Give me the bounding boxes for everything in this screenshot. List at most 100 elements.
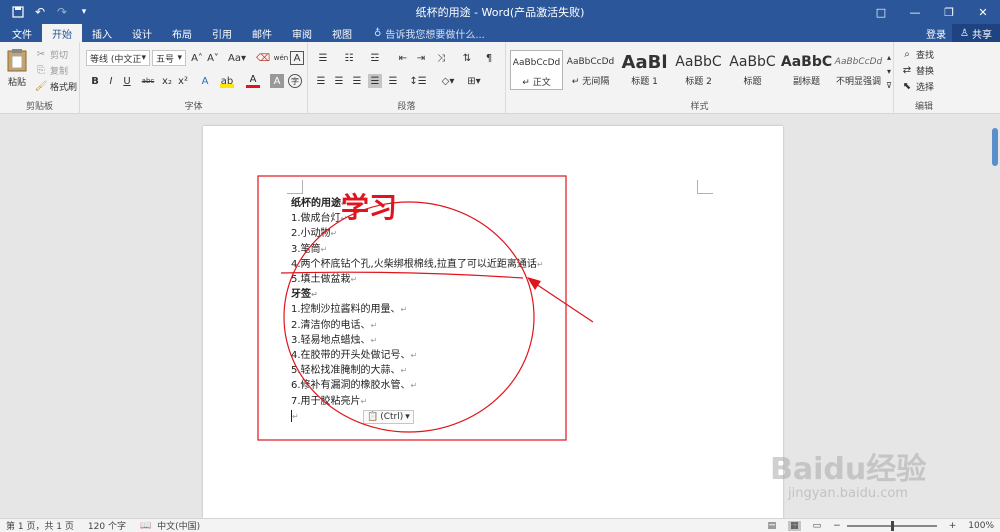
style-title[interactable]: AaBbC 标题	[726, 50, 779, 90]
subscript-button[interactable]: x₂	[160, 74, 174, 88]
font-color-icon[interactable]: A	[246, 74, 260, 88]
tab-mailings[interactable]: 邮件	[242, 24, 282, 42]
superscript-button[interactable]: x²	[176, 74, 190, 88]
distribute-icon[interactable]: ☰	[386, 74, 400, 88]
text-effects-icon[interactable]: A	[198, 74, 212, 88]
style-normal[interactable]: AaBbCcDd ↵ 正文	[510, 50, 563, 90]
tab-view[interactable]: 视图	[322, 24, 362, 42]
style-subtle-emphasis[interactable]: AaBbCcDd 不明显强调	[832, 50, 885, 90]
scrollbar-thumb[interactable]	[992, 128, 998, 166]
word-count[interactable]: 120 个字	[88, 519, 126, 532]
vertical-scrollbar[interactable]	[989, 114, 1000, 518]
highlight-icon[interactable]: ab	[220, 74, 234, 88]
paste-options-label: (Ctrl)	[380, 412, 404, 422]
tab-references[interactable]: 引用	[202, 24, 242, 42]
undo-icon[interactable]: ↶	[32, 4, 48, 20]
enclosed-char-icon[interactable]: 字	[288, 74, 302, 88]
enclose-char-icon[interactable]: A	[290, 51, 304, 65]
style-no-spacing[interactable]: AaBbCcDd ↵ 无间隔	[564, 50, 617, 90]
proofing-icon[interactable]: 📖	[140, 521, 151, 531]
borders-icon[interactable]: ⊞▾	[464, 74, 484, 88]
print-layout-icon[interactable]: ▦	[788, 521, 801, 531]
share-button[interactable]: ♙ 共享	[952, 24, 1000, 42]
tab-home[interactable]: 开始	[42, 24, 82, 42]
style-heading-2[interactable]: AaBbC 标题 2	[672, 50, 725, 90]
paste-options-button[interactable]: 📋 (Ctrl) ▾	[363, 410, 414, 424]
font-size-combo[interactable]: 五号 ▾	[152, 50, 186, 66]
select-label: 选择	[916, 82, 935, 93]
phonetic-guide-icon[interactable]: wén	[274, 51, 288, 65]
style-name: ↵ 无间隔	[571, 77, 610, 87]
zoom-in-icon[interactable]: +	[949, 521, 957, 531]
tab-review[interactable]: 审阅	[282, 24, 322, 42]
increase-indent-icon[interactable]: ⇥	[414, 51, 428, 65]
view-zoom-controls: ▤ ▦ ▭ − + 100%	[762, 519, 994, 532]
font-name-combo[interactable]: 等线 (中文正文▾	[86, 50, 150, 66]
justify-icon[interactable]: ☰	[368, 74, 382, 88]
zoom-level[interactable]: 100%	[968, 521, 994, 531]
page-count[interactable]: 第 1 页，共 1 页	[6, 519, 74, 532]
zoom-slider[interactable]	[846, 521, 937, 531]
decrease-indent-icon[interactable]: ⇤	[396, 51, 410, 65]
find-button[interactable]: ⌕ 查找	[900, 46, 934, 62]
style-subtitle[interactable]: AaBbC 副标题	[780, 50, 833, 90]
chinese-layout-icon[interactable]: ⤨	[434, 51, 448, 65]
style-name: 标题 2	[685, 77, 712, 87]
show-marks-icon[interactable]: ¶	[482, 51, 496, 65]
doc-line-text: 5.填土做盆栽	[291, 274, 351, 286]
read-mode-icon[interactable]: ▤	[768, 521, 777, 531]
login-link[interactable]: 登录	[926, 26, 946, 41]
language-indicator[interactable]: 中文(中国)	[157, 519, 200, 532]
ribbon-display-button[interactable]: □	[864, 0, 898, 24]
strikethrough-button[interactable]: abc	[138, 74, 158, 88]
line-spacing-icon[interactable]: ↕☰	[408, 74, 428, 88]
redo-icon[interactable]: ↷	[54, 4, 70, 20]
grow-font-icon[interactable]: A˄	[190, 51, 204, 65]
save-icon[interactable]	[10, 4, 26, 20]
bold-button[interactable]: B	[88, 74, 102, 88]
doc-line: 3.轻易地点蜡烛、↵	[291, 333, 544, 348]
ribbon-tabs: 文件 开始 插入 设计 布局 引用 邮件 审阅 视图 ♁ 告诉我您想要做什么..…	[0, 24, 1000, 42]
document-body[interactable]: 纸杯的用途↵ 1.做成台灯↵ 2.小动物↵ 3.笔筒↵ 4.两个杯底钻个孔,火柴…	[291, 196, 544, 424]
char-shading-icon[interactable]: A	[270, 74, 284, 88]
close-button[interactable]: ✕	[966, 0, 1000, 24]
zoom-slider-knob[interactable]	[890, 521, 894, 531]
minimize-button[interactable]: —	[898, 0, 932, 24]
paste-button[interactable]: 粘贴	[4, 48, 30, 88]
web-layout-icon[interactable]: ▭	[813, 521, 822, 531]
zoom-out-icon[interactable]: −	[833, 521, 841, 531]
restore-button[interactable]: ❐	[932, 0, 966, 24]
numbering-icon[interactable]: ☷	[340, 51, 358, 65]
document-page[interactable]: 纸杯的用途↵ 1.做成台灯↵ 2.小动物↵ 3.笔筒↵ 4.两个杯底钻个孔,火柴…	[203, 126, 783, 518]
chevron-down-icon: ▾	[405, 412, 410, 422]
tell-me-box[interactable]: ♁ 告诉我您想要做什么...	[374, 24, 485, 42]
select-button[interactable]: ⬉ 选择	[900, 78, 934, 94]
style-heading-1[interactable]: AaBl 标题 1	[618, 50, 671, 90]
tab-file[interactable]: 文件	[2, 24, 42, 42]
multilevel-list-icon[interactable]: ☲	[366, 51, 384, 65]
style-name: 不明显强调	[835, 77, 881, 87]
align-center-icon[interactable]: ☰	[332, 74, 346, 88]
editing-group-label: 编辑	[914, 102, 933, 112]
replace-button[interactable]: ⇄ 替换	[900, 62, 934, 78]
customize-icon[interactable]: ▾	[76, 4, 92, 20]
crop-mark-top-right	[697, 180, 713, 194]
format-painter-button[interactable]: 🖌 格式刷	[34, 78, 77, 94]
cut-button[interactable]: ✂ 剪切	[34, 46, 68, 62]
tab-insert[interactable]: 插入	[82, 24, 122, 42]
sort-icon[interactable]: ⇅	[460, 51, 474, 65]
italic-button[interactable]: I	[104, 74, 118, 88]
clear-format-icon[interactable]: ⌫	[256, 51, 270, 65]
search-icon: ⌕	[904, 48, 910, 60]
bullets-icon[interactable]: ☰	[314, 51, 332, 65]
shading-icon[interactable]: ◇▾	[438, 74, 458, 88]
change-case-icon[interactable]: Aa▾	[226, 51, 248, 65]
paragraph-mark: ↵	[410, 351, 418, 361]
tab-layout[interactable]: 布局	[162, 24, 202, 42]
underline-button[interactable]: U	[120, 74, 134, 88]
align-right-icon[interactable]: ☰	[350, 74, 364, 88]
shrink-font-icon[interactable]: A˅	[206, 51, 220, 65]
tab-design[interactable]: 设计	[122, 24, 162, 42]
align-left-icon[interactable]: ☰	[314, 74, 328, 88]
copy-button[interactable]: ⎘ 复制	[34, 62, 68, 78]
